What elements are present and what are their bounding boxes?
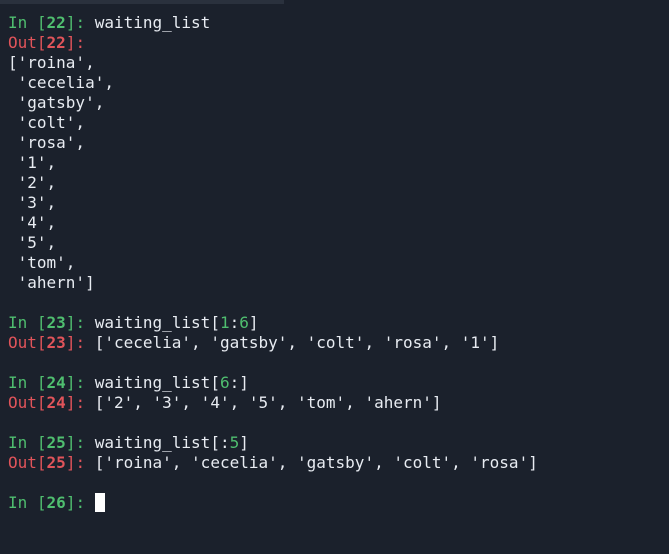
input-line: In [24]: waiting_list[6:]	[8, 373, 669, 393]
output-line: Out[25]: ['roina', 'cecelia', 'gatsby', …	[8, 453, 669, 473]
output-line: Out[24]: ['2', '3', '4', '5', 'tom', 'ah…	[8, 393, 669, 413]
out-prompt-close: ]:	[65, 33, 86, 52]
output-text: ['2', '3', '4', '5', 'tom', 'ahern']	[94, 393, 442, 412]
slice-start: 6	[219, 373, 230, 392]
output-text-line: 'cecelia',	[8, 73, 114, 92]
input-code-name: waiting_list	[94, 373, 211, 392]
in-prompt-number: 22	[46, 13, 66, 32]
active-input-line[interactable]: In [26]:	[8, 493, 669, 513]
in-prompt-close: ]:	[65, 13, 95, 32]
input-code-name: waiting_list	[94, 313, 211, 332]
out-prompt-open: [	[36, 33, 47, 52]
output-text-line: '4',	[8, 213, 57, 232]
in-prompt-open: [	[36, 373, 47, 392]
out-prompt-close: ]:	[65, 453, 95, 472]
input-code-bracket: [	[210, 433, 220, 452]
input-line: In [22]: waiting_list	[8, 13, 669, 33]
input-code: waiting_list	[94, 13, 211, 32]
in-prompt-close: ]:	[65, 373, 95, 392]
input-code-bracket: [	[210, 313, 220, 332]
slice-colon: :	[219, 433, 230, 452]
in-prompt-open: [	[36, 493, 47, 512]
output-text-line: 'rosa',	[8, 133, 86, 152]
output-text: ['roina', 'cecelia', 'gatsby', 'colt', '…	[94, 453, 538, 472]
slice-colon: :	[229, 313, 240, 332]
slice-colon: :	[229, 373, 240, 392]
out-prompt-close: ]:	[65, 393, 95, 412]
out-prompt-open: [	[36, 393, 47, 412]
output-text-line: '2',	[8, 173, 57, 192]
out-prompt-label: Out	[8, 453, 37, 472]
in-prompt-open: [	[36, 313, 47, 332]
output-text-line: ['roina',	[8, 53, 95, 72]
out-prompt-open: [	[36, 453, 47, 472]
output-text-line: 'tom',	[8, 253, 76, 272]
in-prompt-number: 23	[46, 313, 66, 332]
output-text-line: '5',	[8, 233, 57, 252]
output-text-line: 'gatsby',	[8, 93, 105, 112]
out-prompt-close: ]:	[65, 333, 95, 352]
in-prompt-number: 24	[46, 373, 66, 392]
input-code-bracket: ]	[248, 313, 259, 332]
output-prompt-line: Out[22]:	[8, 33, 669, 53]
input-line: In [23]: waiting_list[1:6]	[8, 313, 669, 333]
out-prompt-open: [	[36, 333, 47, 352]
output-text: ['cecelia', 'gatsby', 'colt', 'rosa', '1…	[94, 333, 500, 352]
in-prompt-open: [	[36, 433, 47, 452]
output-text-line: '1',	[8, 153, 57, 172]
in-prompt-open: [	[36, 13, 47, 32]
output-text-line: 'ahern']	[8, 273, 95, 292]
input-code-bracket: [	[210, 373, 220, 392]
out-prompt-label: Out	[8, 393, 37, 412]
output-text-line: 'colt',	[8, 113, 86, 132]
in-prompt-label: In	[8, 373, 37, 392]
out-prompt-label: Out	[8, 33, 37, 52]
out-prompt-number: 23	[46, 333, 66, 352]
out-prompt-number: 24	[46, 393, 66, 412]
text-cursor	[94, 493, 105, 512]
input-code-name: waiting_list	[94, 433, 211, 452]
slice-start: 1	[219, 313, 230, 332]
slice-end: 5	[229, 433, 240, 452]
out-prompt-label: Out	[8, 333, 37, 352]
in-prompt-number: 26	[46, 493, 66, 512]
in-prompt-number: 25	[46, 433, 66, 452]
out-prompt-number: 25	[46, 453, 66, 472]
input-code-bracket: ]	[239, 373, 249, 392]
out-prompt-number: 22	[46, 33, 66, 52]
in-prompt-label: In	[8, 433, 37, 452]
in-prompt-label: In	[8, 13, 37, 32]
output-line: Out[23]: ['cecelia', 'gatsby', 'colt', '…	[8, 333, 669, 353]
input-code-bracket: ]	[239, 433, 249, 452]
in-prompt-close: ]:	[65, 493, 95, 512]
output-text-line: '3',	[8, 193, 57, 212]
slice-end: 6	[239, 313, 249, 332]
in-prompt-label: In	[8, 493, 37, 512]
in-prompt-close: ]:	[65, 433, 95, 452]
ipython-terminal[interactable]: In [22]: waiting_list Out[22]: ['roina',…	[8, 13, 669, 513]
in-prompt-label: In	[8, 313, 37, 332]
window-top-edge	[0, 0, 284, 4]
input-line: In [25]: waiting_list[:5]	[8, 433, 669, 453]
in-prompt-close: ]:	[65, 313, 95, 332]
